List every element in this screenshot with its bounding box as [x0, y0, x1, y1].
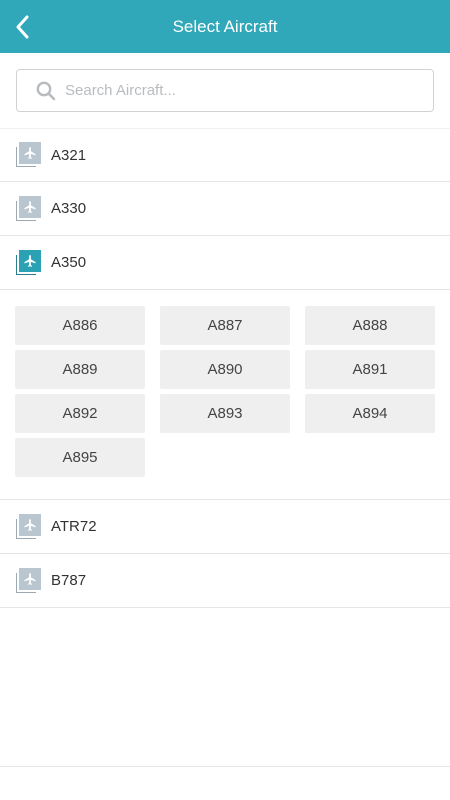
aircraft-list: A321 A330 A350 A886 A887 A888 A889 A890 … [0, 128, 450, 608]
registration-button[interactable]: A895 [15, 438, 145, 477]
airplane-icon [16, 567, 41, 594]
registration-button[interactable]: A892 [15, 394, 145, 433]
aircraft-type-label: ATR72 [51, 518, 97, 535]
chevron-left-icon [16, 15, 29, 39]
registration-button[interactable]: A890 [160, 350, 290, 389]
search-input[interactable] [65, 82, 385, 99]
airplane-icon [16, 249, 41, 276]
aircraft-type-label: A350 [51, 254, 87, 271]
aircraft-type-row[interactable]: A321 [0, 128, 450, 182]
aircraft-type-row[interactable]: B787 [0, 554, 450, 608]
search-box[interactable] [16, 69, 434, 112]
registration-panel: A886 A887 A888 A889 A890 A891 A892 A893 … [0, 290, 450, 500]
registration-button[interactable]: A894 [305, 394, 435, 433]
registration-button[interactable]: A886 [15, 306, 145, 345]
aircraft-type-label: A321 [51, 146, 87, 164]
aircraft-type-row-expanded[interactable]: A350 [0, 236, 450, 290]
airplane-icon [16, 195, 41, 222]
aircraft-type-label: A330 [51, 200, 87, 217]
aircraft-type-row[interactable]: A330 [0, 182, 450, 236]
airplane-icon [16, 142, 41, 168]
registration-grid: A886 A887 A888 A889 A890 A891 A892 A893 … [15, 306, 435, 477]
airplane-icon [16, 513, 41, 540]
aircraft-type-row[interactable]: ATR72 [0, 500, 450, 554]
search-section [0, 53, 450, 128]
registration-button[interactable]: A888 [305, 306, 435, 345]
registration-button[interactable]: A889 [15, 350, 145, 389]
app-header: Select Aircraft [0, 0, 450, 53]
aircraft-type-label: B787 [51, 572, 87, 589]
divider [0, 766, 450, 767]
registration-button[interactable]: A887 [160, 306, 290, 345]
back-button[interactable] [10, 14, 34, 40]
page-title: Select Aircraft [172, 16, 278, 36]
registration-button[interactable]: A893 [160, 394, 290, 433]
search-icon [36, 81, 56, 100]
registration-button[interactable]: A891 [305, 350, 435, 389]
